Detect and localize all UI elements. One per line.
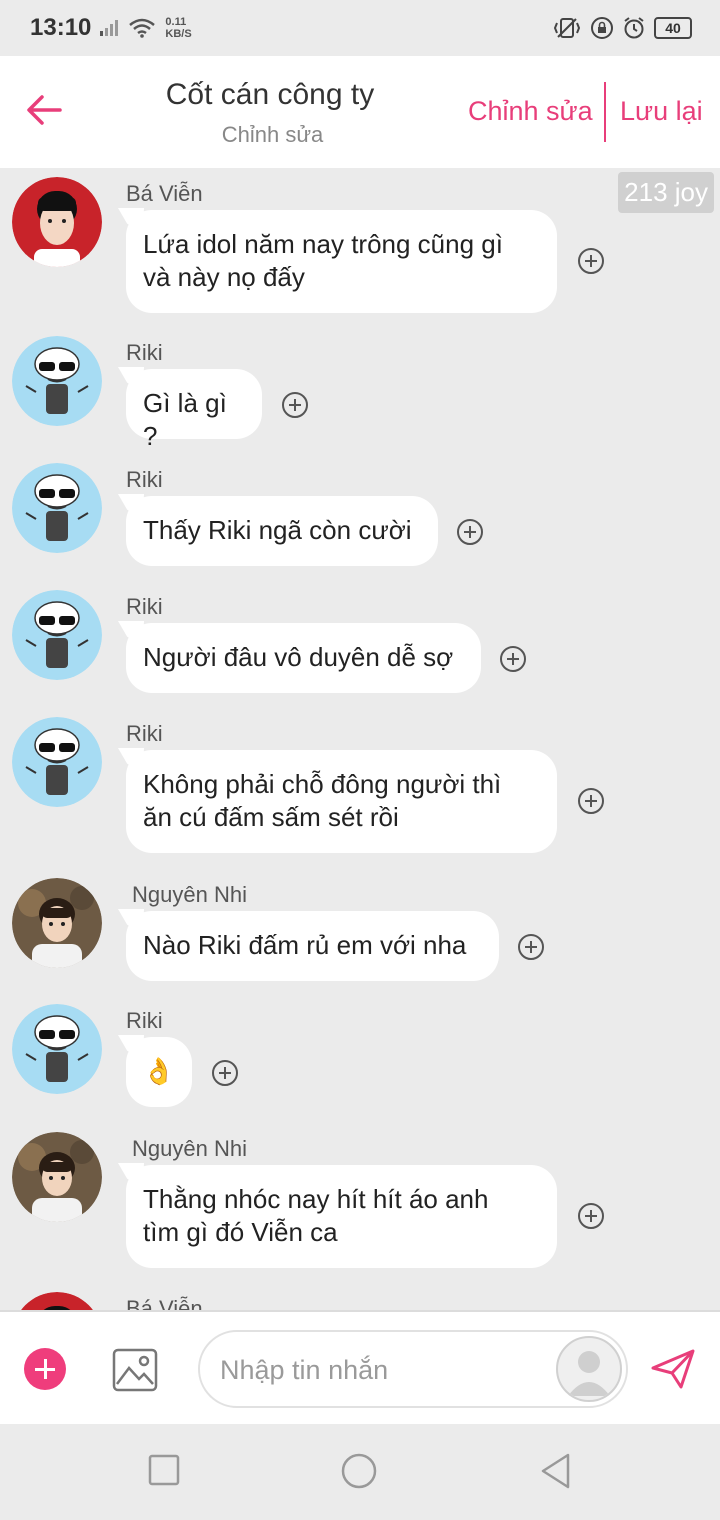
save-button[interactable]: Lưu lại xyxy=(620,96,703,127)
message-bubble[interactable]: Không phải chỗ đông người thì ăn cú đấm … xyxy=(126,750,557,853)
avatar[interactable] xyxy=(12,878,102,968)
header-divider xyxy=(604,82,606,142)
battery-icon: 40 xyxy=(654,17,692,39)
message-input-container[interactable] xyxy=(198,1330,628,1408)
image-picker-icon[interactable] xyxy=(112,1348,158,1392)
ok-hand-emoji: 👌 xyxy=(142,1056,176,1086)
message-text: Gì là gì ? xyxy=(143,388,227,451)
add-reaction-button[interactable] xyxy=(500,646,526,672)
speed-value: 0.11 xyxy=(165,16,187,28)
avatar[interactable] xyxy=(12,1004,102,1094)
sender-name: Riki xyxy=(126,340,163,365)
message-text: ăn cú đấm sấm sét rồi xyxy=(143,802,399,832)
message-text: Người đâu vô duyên dễ sợ xyxy=(143,642,454,672)
network-speed: 0.11 KB/S xyxy=(165,16,191,40)
add-reaction-button[interactable] xyxy=(457,519,483,545)
message-text: Thấy Riki ngã còn cười xyxy=(143,515,412,545)
chat-subtitle: Chỉnh sửa xyxy=(221,122,324,147)
alarm-icon xyxy=(624,17,644,39)
status-bar: 13:10 0.11 KB/S 40 xyxy=(0,0,720,56)
avatar[interactable] xyxy=(12,1132,102,1222)
message-text: Nào Riki đấm rủ em với nha xyxy=(143,930,467,960)
chat-title: Cốt cán công ty xyxy=(165,78,375,111)
add-reaction-button[interactable] xyxy=(282,392,308,418)
message-composer xyxy=(0,1310,720,1424)
avatar[interactable] xyxy=(12,1292,102,1310)
sender-name: Bá Viễn xyxy=(126,1296,203,1310)
signal-icon xyxy=(100,20,119,36)
message-text: Lứa idol năm nay trông cũng gì xyxy=(143,229,503,259)
message-bubble[interactable]: Gì là gì ? xyxy=(126,369,262,451)
avatar[interactable] xyxy=(12,463,102,553)
sender-name: Bá Viễn xyxy=(126,181,203,206)
chat-header: Cốt cán công ty Chỉnh sửa Chỉnh sửa Lưu … xyxy=(0,56,720,168)
speed-unit: KB/S xyxy=(165,28,192,40)
sender-name: Riki xyxy=(126,1008,163,1033)
add-reaction-button[interactable] xyxy=(578,248,604,274)
message-list[interactable]: 213 joy Bá Viễn Lứa idol năm nay trông c… xyxy=(0,168,720,1310)
add-reaction-button[interactable] xyxy=(212,1060,238,1086)
vibrate-icon xyxy=(553,18,581,38)
system-nav-bar xyxy=(0,1424,720,1520)
add-attachment-button[interactable] xyxy=(24,1348,66,1390)
avatar[interactable] xyxy=(12,336,102,426)
message-text: Thằng nhóc nay hít hít áo anh xyxy=(143,1184,489,1214)
message-bubble[interactable]: Lứa idol năm nay trông cũng gì và này nọ… xyxy=(126,210,557,313)
clock: 13:10 xyxy=(30,14,92,41)
message-bubble[interactable]: Nào Riki đấm rủ em với nha xyxy=(126,911,499,981)
user-avatar[interactable] xyxy=(556,1336,622,1402)
message-bubble[interactable]: Người đâu vô duyên dễ sợ xyxy=(126,623,481,693)
status-right: 40 xyxy=(552,16,692,40)
avatar[interactable] xyxy=(12,717,102,807)
message-text: tìm gì đó Viễn ca xyxy=(143,1217,338,1247)
recent-apps-icon[interactable] xyxy=(148,1454,180,1486)
message-input[interactable] xyxy=(218,1350,552,1390)
sender-name: Riki xyxy=(126,721,163,746)
message-text: Không phải chỗ đông người thì xyxy=(143,769,502,799)
message-bubble[interactable]: Thằng nhóc nay hít hít áo anh tìm gì đó … xyxy=(126,1165,557,1268)
wifi-icon xyxy=(129,18,156,38)
add-reaction-button[interactable] xyxy=(578,1203,604,1229)
message-bubble[interactable]: 👌 xyxy=(126,1037,192,1107)
home-icon[interactable] xyxy=(340,1452,378,1490)
message-text: và này nọ đấy xyxy=(143,262,305,292)
sender-name: Nguyên Nhi xyxy=(132,1136,247,1161)
message-bubble[interactable]: Thấy Riki ngã còn cười xyxy=(126,496,438,566)
avatar[interactable] xyxy=(12,590,102,680)
sender-name: Riki xyxy=(126,594,163,619)
back-nav-icon[interactable] xyxy=(538,1452,572,1490)
lock-rotation-icon xyxy=(591,17,613,39)
sender-name: Nguyên Nhi xyxy=(132,882,247,907)
send-icon[interactable] xyxy=(650,1348,696,1390)
joy-badge: 213 joy xyxy=(618,172,714,213)
sender-name: Riki xyxy=(126,467,163,492)
edit-button[interactable]: Chỉnh sửa xyxy=(468,96,593,127)
add-reaction-button[interactable] xyxy=(578,788,604,814)
back-arrow-icon[interactable] xyxy=(24,90,64,130)
avatar[interactable] xyxy=(12,177,102,267)
add-reaction-button[interactable] xyxy=(518,934,544,960)
status-left: 13:10 0.11 KB/S xyxy=(30,14,192,42)
